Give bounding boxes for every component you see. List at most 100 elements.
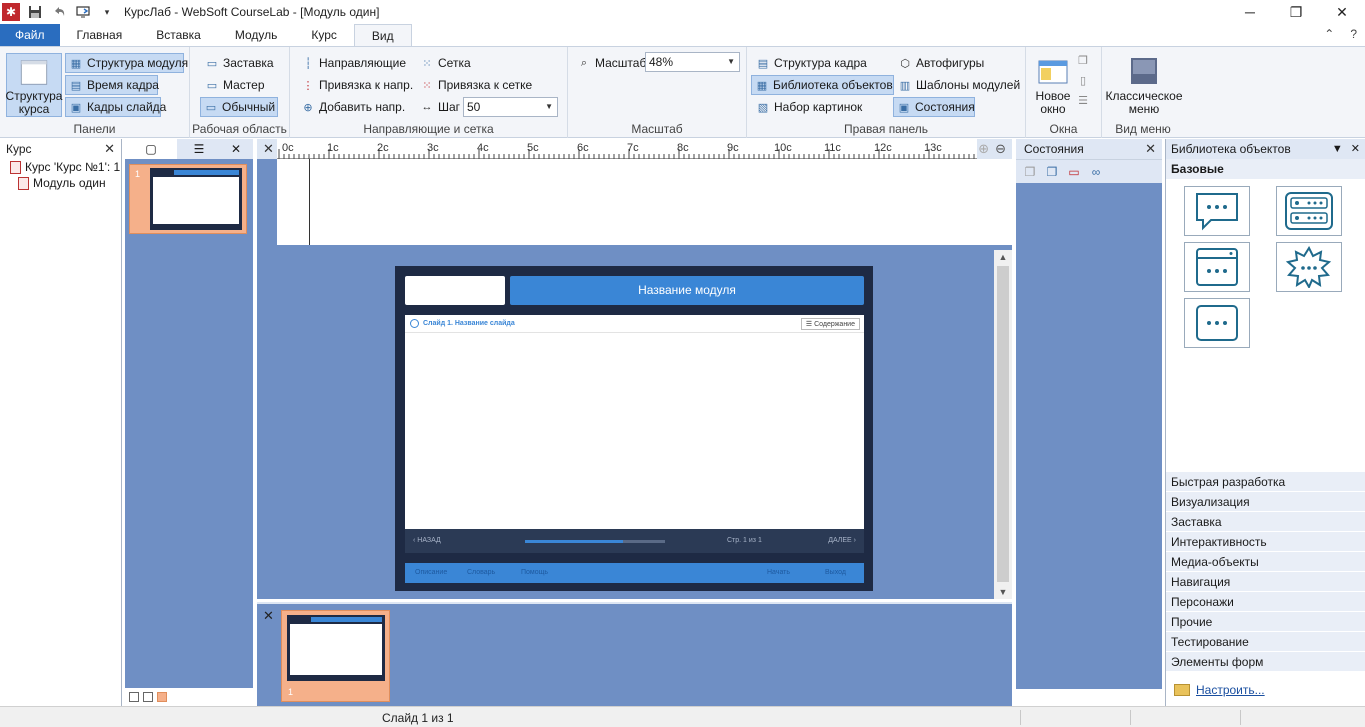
- close-icon[interactable]: ✕: [1145, 139, 1156, 159]
- category-item[interactable]: Быстрая разработка: [1166, 472, 1365, 492]
- footer-description[interactable]: Описание: [415, 569, 447, 576]
- category-item[interactable]: Навигация: [1166, 572, 1365, 592]
- list-panel-icon[interactable]: [1276, 186, 1342, 236]
- classic-menu-button[interactable]: Классическое меню: [1104, 51, 1184, 116]
- text-box-icon[interactable]: [1184, 298, 1250, 348]
- tree-item-module[interactable]: Модуль один: [0, 175, 121, 191]
- slide-preview[interactable]: Название модуля Слайд 1. Название слайда…: [395, 266, 873, 591]
- scroll-down-icon[interactable]: ▼: [994, 587, 1012, 597]
- publish-icon[interactable]: [74, 3, 92, 21]
- undo-icon[interactable]: [50, 3, 68, 21]
- courselab-logo-icon[interactable]: ✱: [2, 3, 20, 21]
- category-item[interactable]: Элементы форм: [1166, 652, 1365, 672]
- tab-slides-thumbnails[interactable]: ▢: [125, 139, 177, 159]
- restore-icon[interactable]: ❐: [1273, 0, 1319, 24]
- normal-view-button[interactable]: ▭ Обычный: [200, 97, 278, 117]
- snap-to-grid-button[interactable]: ⁙ Привязка к сетке: [417, 75, 535, 95]
- delete-state-icon[interactable]: ▭: [1066, 164, 1082, 180]
- speech-bubble-icon[interactable]: [1184, 186, 1250, 236]
- zoom-in-icon[interactable]: ⊕: [978, 141, 989, 157]
- module-templates-button[interactable]: ▥ Шаблоны модулей: [895, 75, 1023, 95]
- tile-horizontal-icon[interactable]: ☰: [1076, 93, 1090, 107]
- zoom-out-icon[interactable]: ⊖: [995, 141, 1006, 157]
- add-state-icon[interactable]: ❐: [1044, 164, 1060, 180]
- frame-timeline[interactable]: [277, 159, 1012, 245]
- module-title-bar[interactable]: Название модуля: [510, 276, 864, 305]
- logo-placeholder[interactable]: [405, 276, 505, 305]
- window-panel-icon[interactable]: [1184, 242, 1250, 292]
- minimize-icon[interactable]: ─: [1227, 0, 1273, 24]
- collapse-ribbon-icon[interactable]: ⌃: [1324, 27, 1334, 41]
- tab-view[interactable]: Вид: [353, 24, 412, 46]
- category-item[interactable]: Тестирование: [1166, 632, 1365, 652]
- tree-item-course[interactable]: Курс 'Курс №1': 1: [0, 159, 121, 175]
- frame-thumbnail[interactable]: 1: [281, 610, 390, 702]
- medium-view-icon[interactable]: [143, 692, 153, 702]
- grid-button[interactable]: ⁙ Сетка: [417, 53, 474, 73]
- help-icon[interactable]: ?: [1350, 27, 1357, 41]
- tab-insert[interactable]: Вставка: [139, 24, 218, 46]
- autoshapes-button[interactable]: ⬡ Автофигуры: [895, 53, 987, 73]
- burst-shape-icon[interactable]: [1276, 242, 1342, 292]
- category-item[interactable]: Интерактивность: [1166, 532, 1365, 552]
- scale-button[interactable]: ⌕ Масштаб: [574, 53, 649, 73]
- close-icon[interactable]: ✕: [263, 608, 274, 624]
- timeline-cursor[interactable]: [309, 159, 310, 245]
- slides-close-icon[interactable]: ✕: [221, 139, 251, 159]
- scale-combo[interactable]: 48% ▼: [645, 52, 740, 72]
- tab-file[interactable]: Файл: [0, 24, 60, 46]
- close-icon[interactable]: ✕: [104, 139, 115, 159]
- course-structure-button[interactable]: Структура курса: [6, 53, 62, 117]
- save-icon[interactable]: [26, 3, 44, 21]
- footer-glossary[interactable]: Словарь: [467, 569, 495, 576]
- tab-course[interactable]: Курс: [294, 24, 354, 46]
- category-item[interactable]: Заставка: [1166, 512, 1365, 532]
- frame-time-button[interactable]: ▤ Время кадра: [65, 75, 159, 95]
- tab-slides-list[interactable]: ☰: [177, 139, 221, 159]
- close-icon[interactable]: ✕: [1319, 0, 1365, 24]
- step-combo[interactable]: 50 ▼: [463, 97, 558, 117]
- toc-button[interactable]: ☰ Содержание: [800, 318, 860, 330]
- guides-button[interactable]: ┆ Направляющие: [298, 53, 409, 73]
- image-set-button[interactable]: ▧ Набор картинок: [753, 97, 865, 117]
- scroll-up-icon[interactable]: ▲: [994, 252, 1012, 262]
- slide-content-area[interactable]: Слайд 1. Название слайда ☰ Содержание: [405, 315, 864, 529]
- cascade-windows-icon[interactable]: ❐: [1076, 53, 1090, 67]
- close-icon[interactable]: ✕: [263, 141, 274, 157]
- vertical-scrollbar[interactable]: ▲ ▼: [994, 250, 1012, 599]
- category-item[interactable]: Персонажи: [1166, 592, 1365, 612]
- object-library-button[interactable]: ▦ Библиотека объектов: [751, 75, 894, 95]
- slide-thumbnail[interactable]: 1: [129, 164, 247, 234]
- small-view-icon[interactable]: [129, 692, 139, 702]
- new-window-button[interactable]: Новое окно: [1030, 51, 1076, 116]
- category-item[interactable]: Прочие: [1166, 612, 1365, 632]
- splash-button[interactable]: ▭ Заставка: [202, 53, 277, 73]
- prev-button[interactable]: ‹ НАЗАД: [413, 537, 441, 544]
- footer-exit[interactable]: Выход: [825, 569, 846, 576]
- customize-arrow-icon[interactable]: ▾: [98, 3, 116, 21]
- master-button[interactable]: ▭ Мастер: [202, 75, 268, 95]
- close-icon[interactable]: ✕: [1351, 139, 1360, 159]
- frame-structure-button[interactable]: ▤ Структура кадра: [753, 53, 870, 73]
- category-item[interactable]: Медиа-объекты: [1166, 552, 1365, 572]
- category-basic[interactable]: Базовые: [1166, 159, 1365, 179]
- tab-home[interactable]: Главная: [60, 24, 140, 46]
- tile-vertical-icon[interactable]: ▯: [1076, 73, 1090, 87]
- ruler-scale[interactable]: 0c 1c 2c 3c 4c 5c 6c 7c 8c 9c 10c 11c 12…: [277, 139, 977, 159]
- snap-to-guides-button[interactable]: ⋮ Привязка к напр.: [298, 75, 416, 95]
- module-structure-button[interactable]: ▦ Структура модуля: [65, 53, 188, 73]
- slide-canvas[interactable]: Название модуля Слайд 1. Название слайда…: [257, 250, 994, 599]
- states-button[interactable]: ▣ Состояния: [893, 97, 975, 117]
- large-view-icon[interactable]: [157, 692, 167, 702]
- category-item[interactable]: Визуализация: [1166, 492, 1365, 512]
- copy-state-icon[interactable]: ❐: [1022, 164, 1038, 180]
- footer-start[interactable]: Начать: [767, 569, 790, 576]
- dropdown-icon[interactable]: ▼: [1332, 139, 1343, 159]
- slide-frames-button[interactable]: ▣ Кадры слайда: [65, 97, 166, 117]
- customize-link[interactable]: Настроить...: [1174, 683, 1265, 697]
- link-state-icon[interactable]: ∞: [1088, 164, 1104, 180]
- next-button[interactable]: ДАЛЕЕ ›: [828, 537, 856, 544]
- scrollbar-thumb[interactable]: [997, 266, 1009, 582]
- footer-help[interactable]: Помощь: [521, 569, 548, 576]
- add-guide-button[interactable]: ⊕ Добавить напр.: [298, 97, 408, 117]
